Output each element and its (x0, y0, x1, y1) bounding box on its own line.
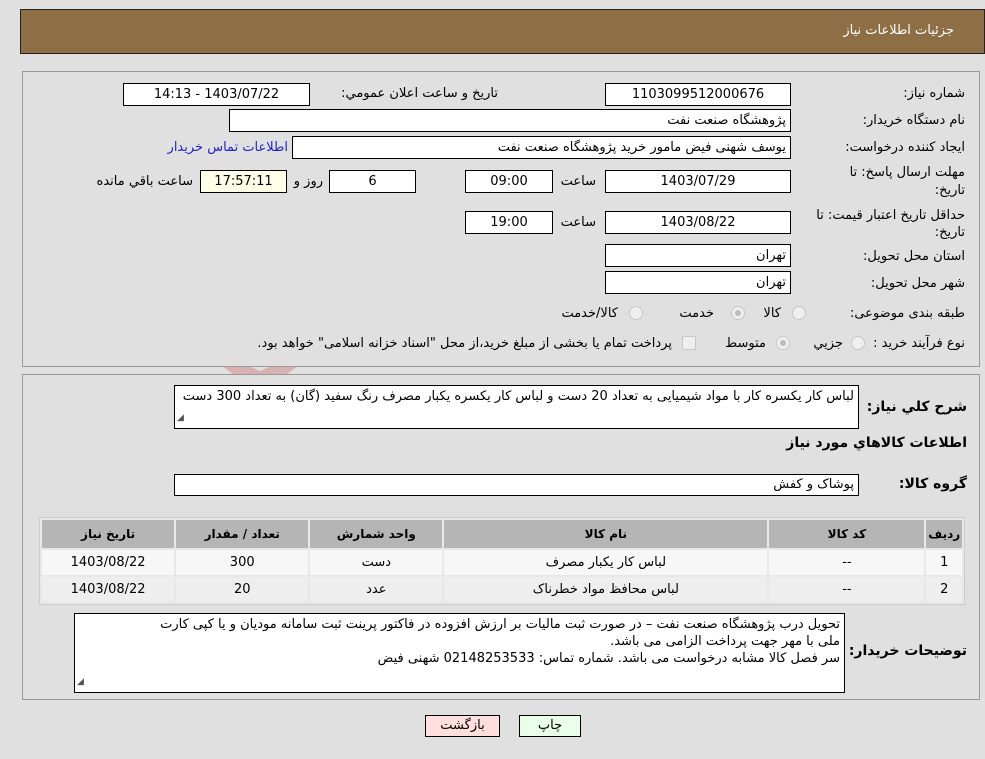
goods-info-title: اطلاعات كالاهاي مورد نياز (786, 435, 967, 451)
cell-need-date: 1403/08/22 (42, 550, 175, 575)
need-number-field[interactable]: 1103099512000676 (605, 83, 791, 106)
table-row: 1 -- لباس کار یکبار مصرف دست 300 1403/08… (42, 550, 962, 575)
province-field[interactable]: تهران (605, 244, 791, 267)
category-label: طبقه بندی موضوعی: (849, 306, 965, 321)
category-option-goods: کالا (763, 306, 781, 321)
col-unit: واحد شمارش (310, 520, 443, 548)
need-number-label: شماره نیاز: (903, 86, 965, 101)
buyer-org-label: نام دستگاه خریدار: (862, 113, 965, 128)
goods-group-field[interactable]: پوشاک و کفش (174, 474, 859, 496)
validity-date-field[interactable]: 1403/08/22 (605, 211, 791, 234)
buyer-notes-label: توضیحات خریدار: (848, 643, 967, 659)
buyer-notes-line: سر فصل کالا مشابه درخواست می باشد. شماره… (377, 651, 840, 666)
validity-label-2: تاریخ: (934, 225, 965, 240)
cell-row-number: 1 (926, 550, 962, 575)
deadline-label-2: تاریخ: (934, 183, 965, 198)
process-option-minor: جزيي (813, 336, 843, 351)
description-textarea[interactable]: لباس کار یکسره کار با مواد شیمیایی به تع… (174, 385, 859, 429)
treasury-payment-note: پرداخت تمام یا بخشی از مبلغ خرید،از محل … (257, 336, 672, 351)
category-option-service: خدمت (679, 306, 714, 321)
print-button[interactable]: چاپ (519, 715, 581, 737)
cell-quantity: 300 (176, 550, 309, 575)
description-label: شرح كلي نياز: (866, 399, 967, 415)
announce-datetime-field[interactable]: 1403/07/22 - 14:13 (123, 83, 310, 106)
buyer-notes-textarea[interactable]: تحویل درب پژوهشگاه صنعت نفت – در صورت ثب… (74, 613, 845, 693)
buyer-notes-line: ملی با مهر جهت پرداخت الزامی می باشد. (610, 634, 840, 649)
buyer-org-field[interactable]: پژوهشگاه صنعت نفت (229, 109, 791, 132)
days-remaining-field[interactable]: 6 (329, 170, 416, 193)
table-header-row: ردیف کد کالا نام کالا واحد شمارش تعداد /… (42, 520, 962, 548)
goods-group-label: گروه کالا: (898, 476, 967, 492)
requester-field[interactable]: یوسف شهنی فیض مامور خرید پژوهشگاه صنعت ن… (292, 136, 791, 159)
category-option-goods-service: کالا/خدمت (561, 306, 618, 321)
cell-goods-name: لباس کار یکبار مصرف (444, 550, 768, 575)
deadline-hour-label: ساعت (560, 174, 596, 189)
city-field[interactable]: تهران (605, 271, 791, 294)
buyer-notes-line: تحویل درب پژوهشگاه صنعت نفت – در صورت ثب… (160, 617, 840, 632)
province-label: استان محل تحویل: (863, 249, 965, 264)
description-text: لباس کار یکسره کار با مواد شیمیایی به تع… (182, 389, 854, 404)
category-radio-service[interactable] (731, 306, 745, 320)
cell-goods-name: لباس محافظ مواد خطرناک (444, 577, 768, 602)
requester-label: ایجاد کننده درخواست: (845, 140, 965, 155)
process-option-medium: متوسط (725, 336, 766, 351)
city-label: شهر محل تحویل: (870, 276, 965, 291)
validity-label: حداقل تاریخ اعتبار قیمت: تا (816, 208, 965, 223)
validity-time-field[interactable]: 19:00 (465, 211, 553, 234)
cell-goods-code: -- (769, 550, 925, 575)
col-row-number: ردیف (926, 520, 962, 548)
cell-goods-code: -- (769, 577, 925, 602)
deadline-label: مهلت ارسال پاسخ: تا (849, 165, 965, 180)
remaining-time-field[interactable]: 17:57:11 (200, 170, 287, 193)
deadline-date-field[interactable]: 1403/07/29 (605, 170, 791, 193)
category-radio-goods[interactable] (792, 306, 806, 320)
cell-need-date: 1403/08/22 (42, 577, 175, 602)
resize-grip-icon[interactable]: ◢ (77, 674, 84, 691)
buyer-contact-link[interactable]: اطلاعات تماس خریدار (168, 140, 288, 155)
cell-unit: دست (310, 550, 443, 575)
process-label: نوع فرآیند خرید : (873, 336, 965, 351)
col-goods-code: کد کالا (769, 520, 925, 548)
process-radio-minor[interactable] (851, 336, 865, 350)
col-goods-name: نام کالا (444, 520, 768, 548)
col-need-date: تاریخ نیاز (42, 520, 175, 548)
col-quantity: تعداد / مقدار (176, 520, 309, 548)
treasury-payment-checkbox[interactable] (682, 336, 696, 350)
goods-table: ردیف کد کالا نام کالا واحد شمارش تعداد /… (39, 517, 965, 605)
need-details-panel: شرح كلي نياز: لباس کار یکسره کار با مواد… (22, 374, 980, 700)
page-title: جزئیات اطلاعات نیاز (843, 23, 954, 38)
need-info-panel: شماره نیاز: 1103099512000676 تاریخ و ساع… (22, 71, 980, 367)
resize-grip-icon[interactable]: ◢ (177, 410, 184, 427)
remaining-label: ساعت باقي مانده (96, 174, 193, 189)
table-row: 2 -- لباس محافظ مواد خطرناک عدد 20 1403/… (42, 577, 962, 602)
cell-quantity: 20 (176, 577, 309, 602)
announce-label: تاریخ و ساعت اعلان عمومي: (341, 86, 498, 101)
back-button[interactable]: بازگشت (425, 715, 500, 737)
cell-row-number: 2 (926, 577, 962, 602)
category-radio-goods-service[interactable] (629, 306, 643, 320)
page-header: جزئیات اطلاعات نیاز (20, 9, 985, 54)
days-label: روز و (293, 174, 323, 189)
process-radio-medium[interactable] (776, 336, 790, 350)
validity-hour-label: ساعت (560, 215, 596, 230)
cell-unit: عدد (310, 577, 443, 602)
deadline-time-field[interactable]: 09:00 (465, 170, 553, 193)
